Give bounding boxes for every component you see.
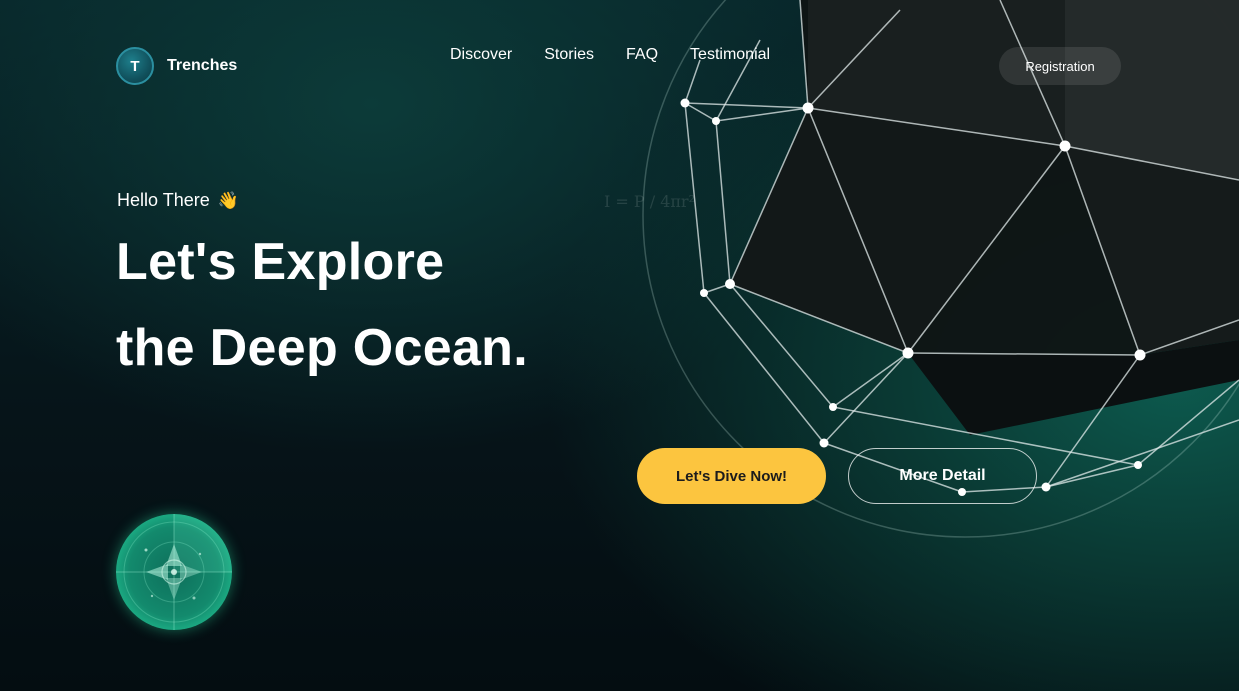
physics-formula-watermark: I = P / 4πr² — [604, 192, 695, 211]
registration-button[interactable]: Registration — [999, 47, 1121, 85]
waving-hand-icon: 👋 — [217, 190, 239, 210]
main-nav: Discover Stories FAQ Testimonial — [450, 46, 770, 64]
nav-item-testimonial[interactable]: Testimonial — [690, 46, 770, 64]
nav-item-stories[interactable]: Stories — [544, 46, 594, 64]
hero-headline-line2: the Deep Ocean. — [116, 319, 528, 377]
nav-item-discover[interactable]: Discover — [450, 46, 512, 64]
greeting-text: Hello There — [117, 190, 210, 210]
radar-compass-icon — [116, 514, 232, 630]
hero-headline-line1: Let's Explore — [116, 233, 445, 291]
logo-badge: T — [116, 47, 154, 85]
dive-now-button[interactable]: Let's Dive Now! — [637, 448, 826, 504]
brand-logo[interactable]: T Trenches — [116, 47, 237, 85]
more-detail-button[interactable]: More Detail — [848, 448, 1037, 504]
brand-name: Trenches — [167, 57, 238, 74]
nav-item-faq[interactable]: FAQ — [626, 46, 658, 64]
greeting: Hello There 👋 — [117, 190, 239, 211]
